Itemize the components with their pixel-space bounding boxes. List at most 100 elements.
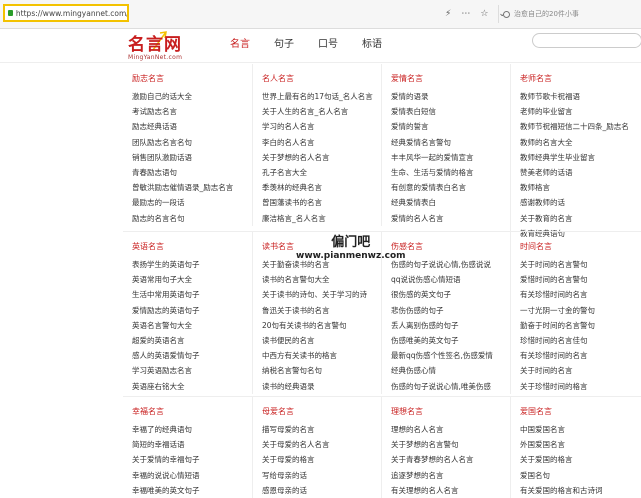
article-link[interactable]: 幸福了的经典语句 — [132, 422, 252, 437]
article-link[interactable]: 关于时间的名言 — [520, 363, 639, 378]
article-link[interactable]: 曾国藩读书的名言 — [262, 195, 381, 210]
section-title[interactable]: 母爱名言 — [262, 406, 381, 417]
nav-item-mingyan[interactable]: 名言 — [230, 35, 250, 50]
article-link[interactable]: 青春励志语句 — [132, 165, 252, 180]
article-link[interactable]: 理想的名人名言 — [391, 422, 510, 437]
article-link[interactable]: 伤感唯美的英文句子 — [391, 333, 510, 348]
article-link[interactable]: 外国爱国名言 — [520, 437, 639, 452]
section-title[interactable]: 名人名言 — [262, 73, 381, 84]
article-link[interactable]: 关于梦想的名人名言 — [262, 150, 381, 165]
article-link[interactable]: 有关理想的名人名言 — [391, 483, 510, 498]
article-link[interactable]: 勤奋于时间的名言警句 — [520, 318, 639, 333]
star-icon[interactable]: ☆ — [480, 9, 488, 19]
article-link[interactable]: 一寸光阴一寸金的警句 — [520, 303, 639, 318]
section-title[interactable]: 爱情名言 — [391, 73, 510, 84]
article-link[interactable]: 关于珍惜时间的格言 — [520, 379, 639, 394]
article-link[interactable]: 悲伤伤感的句子 — [391, 303, 510, 318]
article-link[interactable]: 追逐梦想的名言 — [391, 468, 510, 483]
article-link[interactable]: 感恩母亲的话 — [262, 483, 381, 498]
article-link[interactable]: 爱情的名人名言 — [391, 211, 510, 226]
article-link[interactable]: 关于教育的名言 — [520, 211, 639, 226]
article-link[interactable]: 珍惜时间的名言佳句 — [520, 333, 639, 348]
article-link[interactable]: 有关爱国的格言和古诗词 — [520, 483, 639, 498]
section-title[interactable]: 励志名言 — [132, 73, 252, 84]
section-title[interactable]: 英语名言 — [132, 241, 252, 252]
article-link[interactable]: 关于母爱的名人名言 — [262, 437, 381, 452]
section-title[interactable]: 理想名言 — [391, 406, 510, 417]
article-link[interactable]: 爱情的誓言 — [391, 119, 510, 134]
article-link[interactable]: 有创意的爱情表白名言 — [391, 180, 510, 195]
article-link[interactable]: 生活中常用英语句子 — [132, 287, 252, 302]
article-link[interactable]: 伤感的句子说说心情,伤感说说 — [391, 257, 510, 272]
article-link[interactable]: 表扬学生的英语句子 — [132, 257, 252, 272]
article-link[interactable]: 考试励志名言 — [132, 104, 252, 119]
article-link[interactable]: 爱情表白短信 — [391, 104, 510, 119]
article-link[interactable]: 关于青春梦想的名人名言 — [391, 452, 510, 467]
article-link[interactable]: 纳税名言警句名句 — [262, 363, 381, 378]
article-link[interactable]: 有关珍惜时间的名言 — [520, 287, 639, 302]
browser-search-box[interactable]: 治愈自己的20件小事 — [498, 5, 641, 23]
article-link[interactable]: 励志的名言名句 — [132, 211, 252, 226]
article-link[interactable]: 丰丰风华一起的爱情宣言 — [391, 150, 510, 165]
article-link[interactable]: 爱国名句 — [520, 468, 639, 483]
section-title[interactable]: 幸福名言 — [132, 406, 252, 417]
article-link[interactable]: 教师格言 — [520, 180, 639, 195]
nav-item-juzi[interactable]: 句子 — [274, 35, 294, 50]
article-link[interactable]: 学习英语励志名言 — [132, 363, 252, 378]
article-link[interactable]: 教师经典学生毕业留言 — [520, 150, 639, 165]
article-link[interactable]: 季羡林的经典名言 — [262, 180, 381, 195]
article-link[interactable]: 老师的毕业留言 — [520, 104, 639, 119]
section-title[interactable]: 爱国名言 — [520, 406, 639, 417]
article-link[interactable]: 关于读书的诗句、关于学习的诗 — [262, 287, 381, 302]
article-link[interactable]: 经典伤感心情 — [391, 363, 510, 378]
article-link[interactable]: 中西方有关读书的格言 — [262, 348, 381, 363]
article-link[interactable]: 英语座右铭大全 — [132, 379, 252, 394]
article-link[interactable]: 中国爱国名言 — [520, 422, 639, 437]
article-link[interactable]: 关于时间的名言警句 — [520, 257, 639, 272]
article-link[interactable]: 描写母爱的名言 — [262, 422, 381, 437]
article-link[interactable]: 超爱的英语名言 — [132, 333, 252, 348]
article-link[interactable]: 销售团队激励话语 — [132, 150, 252, 165]
article-link[interactable]: 关于梦想的名言警句 — [391, 437, 510, 452]
site-search-input[interactable] — [532, 33, 641, 48]
article-link[interactable]: qq说说伤感心情短语 — [391, 272, 510, 287]
article-link[interactable]: 20句有关读书的名言警句 — [262, 318, 381, 333]
article-link[interactable]: 幸福的说说心情短语 — [132, 468, 252, 483]
section-title[interactable]: 时间名言 — [520, 241, 639, 252]
article-link[interactable]: 励志经典话语 — [132, 119, 252, 134]
article-link[interactable]: 世界上最有名的17句话_名人名言 — [262, 89, 381, 104]
article-link[interactable]: 爱情励志的英语句子 — [132, 303, 252, 318]
article-link[interactable]: 幸福唯美的英文句子 — [132, 483, 252, 498]
article-link[interactable]: 团队励志名言名句 — [132, 135, 252, 150]
article-link[interactable]: 关于母爱的格言 — [262, 452, 381, 467]
article-link[interactable]: 孔子名言大全 — [262, 165, 381, 180]
article-link[interactable]: 写给母亲的话 — [262, 468, 381, 483]
nav-item-biaoyu[interactable]: 标语 — [362, 35, 382, 50]
more-icon[interactable]: ⋯ — [461, 9, 470, 19]
article-link[interactable]: 读书的名言警句大全 — [262, 272, 381, 287]
article-link[interactable]: 教师节祝福短信二十四条_励志名 — [520, 119, 639, 134]
article-link[interactable]: 有关珍惜时间的名言 — [520, 348, 639, 363]
article-link[interactable]: 读书便民的名言 — [262, 333, 381, 348]
article-link[interactable]: 感谢教师的话 — [520, 195, 639, 210]
lightning-icon[interactable]: ⚡ — [445, 9, 451, 19]
article-link[interactable]: 激励自己的话大全 — [132, 89, 252, 104]
article-link[interactable]: 感人的英语爱情句子 — [132, 348, 252, 363]
article-link[interactable]: 教师节歌卡祝福语 — [520, 89, 639, 104]
article-link[interactable]: 爱情的语录 — [391, 89, 510, 104]
article-link[interactable]: 关于爱国的格言 — [520, 452, 639, 467]
article-link[interactable]: 英语名言警句大全 — [132, 318, 252, 333]
article-link[interactable]: 很伤感的英文句子 — [391, 287, 510, 302]
article-link[interactable]: 最新qq伤感个性签名,伤感爱情 — [391, 348, 510, 363]
site-logo[interactable]: 名言网 MingYanNet.com — [128, 30, 182, 61]
nav-item-kouhao[interactable]: 口号 — [318, 35, 338, 50]
article-link[interactable]: 经典爱情名言警句 — [391, 135, 510, 150]
address-bar[interactable]: https://www.mingyannet.com/ — [3, 4, 129, 22]
section-title[interactable]: 伤感名言 — [391, 241, 510, 252]
article-link[interactable]: 生命、生活与爱情的格言 — [391, 165, 510, 180]
article-link[interactable]: 学习的名人名言 — [262, 119, 381, 134]
article-link[interactable]: 赞美老师的话语 — [520, 165, 639, 180]
article-link[interactable]: 经典爱情表白 — [391, 195, 510, 210]
article-link[interactable]: 丢人离别伤感的句子 — [391, 318, 510, 333]
article-link[interactable]: 鲁迅关于读书的名言 — [262, 303, 381, 318]
